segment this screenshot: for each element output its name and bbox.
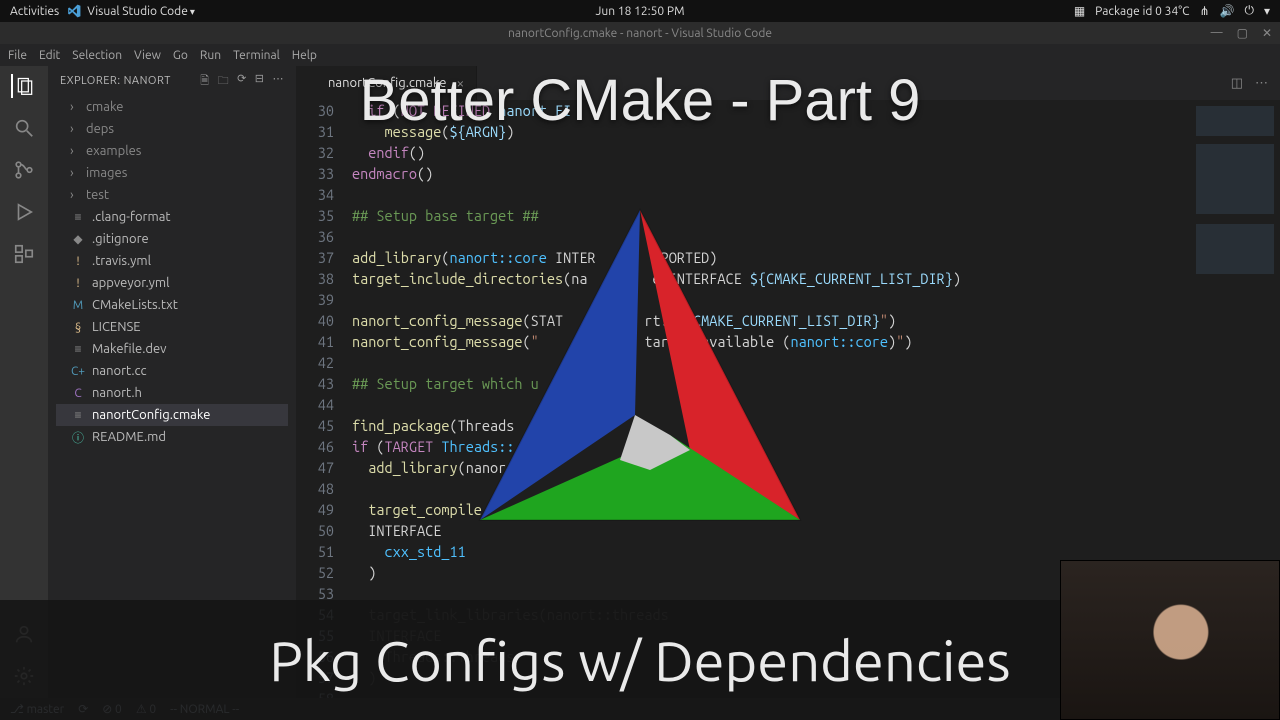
new-folder-icon[interactable]: 🗀 xyxy=(218,72,230,91)
vim-mode-indicator: -- NORMAL -- xyxy=(170,703,239,716)
menu-help[interactable]: Help xyxy=(292,49,317,62)
menu-run[interactable]: Run xyxy=(200,49,221,62)
menu-edit[interactable]: Edit xyxy=(39,49,60,62)
activity-search-icon[interactable] xyxy=(12,116,36,140)
new-file-icon[interactable]: 🗎 xyxy=(200,72,209,91)
volume-icon[interactable]: 🔊 xyxy=(1220,4,1235,18)
network-icon[interactable]: ⋔ xyxy=(1199,4,1209,18)
window-title-text: nanortConfig.cmake - nanort - Visual Stu… xyxy=(508,27,772,40)
folder-examples[interactable]: examples xyxy=(56,140,288,162)
refresh-icon[interactable]: ⟳ xyxy=(237,72,247,91)
window-minimize-button[interactable]: — xyxy=(1211,26,1223,40)
file-appveyor-yml[interactable]: !appveyor.yml xyxy=(56,272,288,294)
more-actions-icon[interactable]: ⋯ xyxy=(273,72,285,91)
explorer-header: EXPLORER: NANORT 🗎 🗀 ⟳ ⊟ ⋯ xyxy=(48,66,296,96)
window-title-bar: nanortConfig.cmake - nanort - Visual Stu… xyxy=(0,22,1280,44)
folder-images[interactable]: images xyxy=(56,162,288,184)
explorer-title: EXPLORER: NANORT xyxy=(60,75,171,87)
file-README-md[interactable]: ⓘREADME.md xyxy=(56,426,288,448)
tab-close-icon[interactable]: × xyxy=(456,75,464,91)
activity-settings-gear-icon[interactable] xyxy=(12,664,36,688)
file--travis-yml[interactable]: !.travis.yml xyxy=(56,250,288,272)
system-menu-caret-icon[interactable]: ▾ xyxy=(1264,4,1270,18)
activity-run-debug-icon[interactable] xyxy=(12,200,36,224)
tab-nanortconfig[interactable]: nanortConfig.cmake × xyxy=(296,66,477,100)
activity-extensions-icon[interactable] xyxy=(12,242,36,266)
file-Makefile-dev[interactable]: ≡Makefile.dev xyxy=(56,338,288,360)
line-number-gutter: 3031323334353637383940414243444546474849… xyxy=(296,100,352,698)
menu-file[interactable]: File xyxy=(8,49,27,62)
file--gitignore[interactable]: ◆.gitignore xyxy=(56,228,288,250)
folder-cmake[interactable]: cmake xyxy=(56,96,288,118)
errors-indicator[interactable]: ⊘ 0 xyxy=(102,702,122,716)
file-nanortConfig-cmake[interactable]: ≡nanortConfig.cmake xyxy=(56,404,288,426)
file-tree: cmakedepsexamplesimagestest≡.clang-forma… xyxy=(48,96,296,448)
git-sync-icon[interactable]: ⟳ xyxy=(78,702,88,716)
explorer-sidebar: EXPLORER: NANORT 🗎 🗀 ⟳ ⊟ ⋯ cmakedepsexam… xyxy=(48,66,296,698)
warnings-indicator[interactable]: ⚠ 0 xyxy=(136,702,156,716)
folder-test[interactable]: test xyxy=(56,184,288,206)
minimap[interactable] xyxy=(1190,100,1280,698)
activity-bar xyxy=(0,66,48,698)
activity-accounts-icon[interactable] xyxy=(12,622,36,646)
code-content[interactable]: if (NOT DEFINED nanort_FI message(${ARGN… xyxy=(352,100,1190,698)
desktop-clock[interactable]: Jun 18 12:50 PM xyxy=(595,5,684,18)
main-area: EXPLORER: NANORT 🗎 🗀 ⟳ ⊟ ⋯ cmakedepsexam… xyxy=(0,66,1280,698)
editor-tabs: nanortConfig.cmake × ◫ ⋯ xyxy=(296,66,1280,100)
file-LICENSE[interactable]: §LICENSE xyxy=(56,316,288,338)
activity-source-control-icon[interactable] xyxy=(12,158,36,182)
activities-button[interactable]: Activities xyxy=(10,5,59,18)
editor-area: nanortConfig.cmake × ◫ ⋯ 303132333435363… xyxy=(296,66,1280,698)
folder-deps[interactable]: deps xyxy=(56,118,288,140)
menu-selection[interactable]: Selection xyxy=(72,49,122,62)
menu-terminal[interactable]: Terminal xyxy=(233,49,280,62)
git-branch-indicator[interactable]: ⎇ master xyxy=(10,702,64,716)
menu-go[interactable]: Go xyxy=(173,49,188,62)
file-nanort-cc[interactable]: C+nanort.cc xyxy=(56,360,288,382)
activity-explorer-icon[interactable] xyxy=(11,74,35,98)
menu-view[interactable]: View xyxy=(134,49,161,62)
temperature-label: Package id 0 34°C xyxy=(1095,5,1189,18)
code-editor[interactable]: 3031323334353637383940414243444546474849… xyxy=(296,100,1280,698)
active-app-menu[interactable]: Visual Studio Code xyxy=(67,4,195,18)
window-maximize-button[interactable]: ▢ xyxy=(1237,26,1248,40)
power-icon[interactable]: ⏻ xyxy=(1244,4,1254,18)
desktop-top-bar: Activities Visual Studio Code Jun 18 12:… xyxy=(0,0,1280,22)
window-close-button[interactable]: ✕ xyxy=(1262,26,1272,40)
file--clang-format[interactable]: ≡.clang-format xyxy=(56,206,288,228)
split-editor-icon[interactable]: ◫ xyxy=(1231,76,1243,91)
sensor-icon: ▦ xyxy=(1074,4,1085,18)
more-editor-actions-icon[interactable]: ⋯ xyxy=(1255,76,1268,91)
vscode-icon xyxy=(67,4,81,18)
collapse-all-icon[interactable]: ⊟ xyxy=(255,72,265,91)
menu-bar[interactable]: File Edit Selection View Go Run Terminal Help xyxy=(0,44,1280,66)
tab-label: nanortConfig.cmake xyxy=(328,76,446,90)
file-nanort-h[interactable]: Cnanort.h xyxy=(56,382,288,404)
file-CMakeLists-txt[interactable]: MCMakeLists.txt xyxy=(56,294,288,316)
status-bar: ⎇ master ⟳ ⊘ 0 ⚠ 0 -- NORMAL -- xyxy=(0,698,1280,720)
